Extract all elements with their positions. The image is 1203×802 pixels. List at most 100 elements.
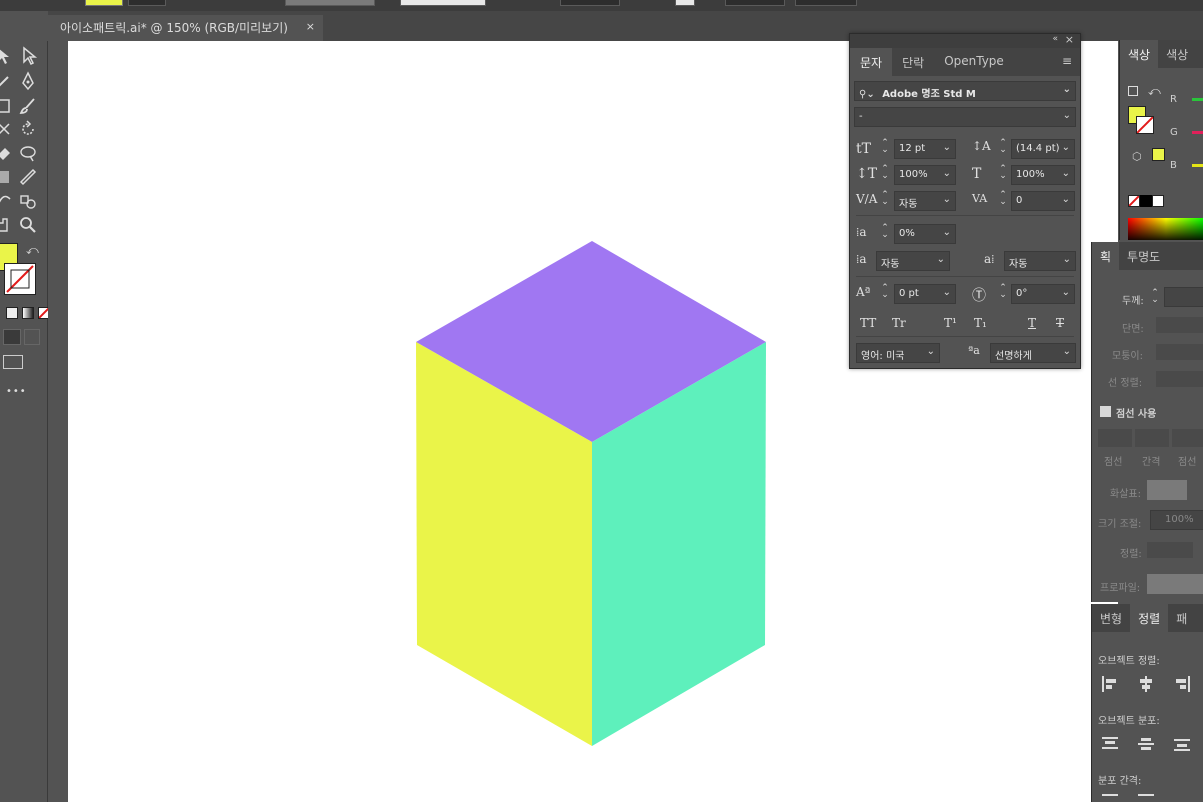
style-dropdown[interactable] [400, 0, 486, 6]
draw-mode-normal-icon[interactable] [3, 329, 21, 345]
stepper-icon[interactable]: ⌃ ⌄ [880, 165, 890, 181]
dash-field-2[interactable] [1172, 429, 1203, 447]
pen-tool-icon[interactable] [18, 71, 40, 93]
red-slider[interactable] [1192, 98, 1203, 101]
distribute-top-icon[interactable] [1102, 736, 1118, 752]
color-spectrum[interactable] [1128, 218, 1203, 240]
web-safe-color-swatch[interactable] [1152, 148, 1165, 161]
distribute-vertical-center-icon[interactable] [1138, 736, 1154, 752]
font-family-field[interactable]: ⚲⌄ Adobe 명조 Std M ⌄ [854, 81, 1076, 101]
chevron-down-icon[interactable]: ⌄ [943, 194, 951, 205]
eraser-tool-icon[interactable] [0, 143, 16, 165]
tab-color[interactable]: 색상 [1120, 40, 1159, 68]
close-tab-icon[interactable]: × [306, 20, 315, 33]
puppet-warp-tool-icon[interactable] [18, 143, 40, 165]
chevron-down-icon[interactable]: ⌄ [943, 168, 951, 179]
edit-toolbar-icon[interactable]: ••• [6, 386, 27, 397]
swap-colors-icon[interactable]: ⤺ [1148, 84, 1161, 99]
arrow-scale-field[interactable]: 100% [1150, 510, 1203, 530]
align-horizontal-center-icon[interactable] [1138, 676, 1154, 692]
small-caps-button[interactable]: Tr [892, 316, 906, 330]
kerning-field[interactable]: 자동 ⌄ [894, 191, 956, 211]
tracking-field[interactable]: 0 ⌄ [1011, 191, 1075, 211]
chevron-down-icon[interactable]: ⌄ [1063, 84, 1071, 95]
stepper-icon[interactable]: ⌃ ⌄ [880, 191, 890, 207]
chevron-down-icon[interactable]: ⌄ [1063, 110, 1071, 121]
arrange-button[interactable] [795, 0, 857, 6]
subscript-button[interactable]: T₁ [974, 316, 987, 330]
font-style-field[interactable]: - ⌄ [854, 107, 1076, 127]
tsume-field[interactable]: 0% ⌄ [894, 224, 956, 244]
paintbrush-tool-icon[interactable] [18, 96, 40, 118]
dash-field-1[interactable] [1098, 429, 1132, 447]
scissors-tool-icon[interactable] [0, 119, 16, 141]
tab-color-guide[interactable]: 색상 [1158, 40, 1196, 68]
corner-buttons[interactable] [1156, 344, 1203, 360]
option-swatch[interactable] [675, 0, 695, 6]
leading-field[interactable]: (14.4 pt) ⌄ [1011, 139, 1075, 159]
horizontal-scale-field[interactable]: 100% ⌄ [1011, 165, 1075, 185]
strikethrough-button[interactable]: T [1056, 316, 1064, 330]
stroke-color-swatch[interactable] [1136, 116, 1154, 134]
chevron-down-icon[interactable]: ⌄ [1062, 194, 1070, 205]
recolor-button[interactable] [725, 0, 785, 6]
draw-mode-behind-icon[interactable] [24, 329, 40, 345]
green-slider[interactable] [1192, 131, 1203, 134]
stroke-color-swatch[interactable] [4, 263, 36, 295]
option-field[interactable] [560, 0, 620, 6]
white-swatch[interactable] [1152, 195, 1164, 207]
stepper-icon[interactable]: ⌃ ⌄ [998, 165, 1008, 181]
stepper-icon[interactable]: ⌃ ⌄ [1150, 289, 1160, 305]
language-field[interactable]: 영어: 미국 ⌄ [856, 343, 940, 363]
tab-paragraph[interactable]: 단락 [892, 48, 934, 76]
document-tab[interactable]: 아이소패트릭.ai* @ 150% (RGB/미리보기) × [48, 15, 323, 41]
stepper-icon[interactable]: ⌃ ⌄ [998, 284, 1008, 300]
tab-opentype[interactable]: OpenType [934, 48, 1014, 76]
vertical-scale-field[interactable]: 100% ⌄ [894, 165, 956, 185]
profile-dropdown[interactable] [1147, 574, 1203, 594]
collapse-panel-icon[interactable]: « [1052, 34, 1058, 44]
stepper-icon[interactable]: ⌃ ⌄ [880, 139, 890, 155]
close-panel-icon[interactable]: × [1065, 33, 1074, 46]
swap-colors-icon[interactable]: ⤺ [26, 243, 39, 258]
distribute-spacing-horizontal-icon[interactable] [1138, 794, 1154, 802]
baseline-shift-field[interactable]: 0 pt ⌄ [894, 284, 956, 304]
tab-pathfinder[interactable]: 패 [1168, 604, 1195, 632]
color-mode-button[interactable] [6, 307, 18, 319]
rotate-tool-icon[interactable] [18, 119, 40, 141]
gradient-mode-button[interactable] [22, 307, 34, 319]
tab-stroke[interactable]: 획 [1092, 242, 1120, 270]
chevron-down-icon[interactable]: ⌄ [1062, 142, 1070, 153]
font-size-field[interactable]: 12 pt ⌄ [894, 139, 956, 159]
chevron-down-icon[interactable]: ⌄ [1063, 254, 1071, 265]
black-swatch[interactable] [1140, 195, 1152, 207]
stroke-align-buttons[interactable] [1156, 371, 1203, 387]
eyedropper-tool-icon[interactable] [18, 167, 40, 189]
distribute-bottom-icon[interactable] [1174, 736, 1190, 752]
align-left-icon[interactable] [1102, 676, 1118, 692]
tab-transform[interactable]: 변형 [1092, 604, 1130, 632]
tab-align[interactable]: 정렬 [1130, 604, 1169, 632]
chevron-down-icon[interactable]: ⌄ [1062, 287, 1070, 298]
superscript-button[interactable]: T¹ [944, 316, 957, 330]
chevron-down-icon[interactable]: ⌄ [1063, 346, 1071, 357]
character-rotation-field[interactable]: 0° ⌄ [1011, 284, 1075, 304]
gradient-tool-icon[interactable] [0, 167, 16, 189]
blue-slider[interactable] [1192, 164, 1203, 167]
all-caps-button[interactable]: TT [860, 316, 876, 330]
screen-mode-icon[interactable] [3, 355, 23, 369]
selection-tool-icon[interactable] [0, 46, 16, 68]
chevron-down-icon[interactable]: ⌄ [927, 346, 935, 357]
chevron-down-icon[interactable]: ⌄ [943, 227, 951, 238]
zoom-tool-icon[interactable] [18, 215, 40, 237]
magic-wand-icon[interactable] [0, 71, 16, 93]
blend-tool-icon[interactable] [0, 191, 16, 213]
fill-swatch-mini[interactable] [85, 0, 123, 6]
chevron-down-icon[interactable]: ⌄ [943, 142, 951, 153]
align-right-icon[interactable] [1174, 676, 1190, 692]
opacity-field[interactable] [285, 0, 375, 6]
stepper-icon[interactable]: ⌃ ⌄ [880, 224, 890, 240]
antialias-field[interactable]: 선명하게 ⌄ [990, 343, 1076, 363]
dashed-line-checkbox[interactable] [1100, 406, 1111, 417]
cap-buttons[interactable] [1156, 317, 1203, 333]
